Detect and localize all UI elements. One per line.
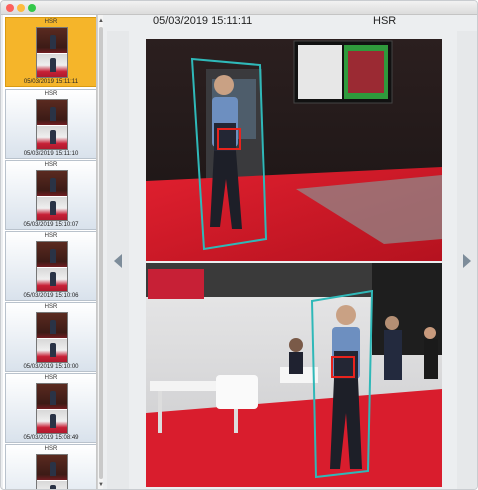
thumbnail-item[interactable]: HSR <box>5 444 96 489</box>
chevron-left-icon <box>114 254 122 268</box>
visitor-head <box>289 338 303 352</box>
title-bar <box>1 1 477 15</box>
person-head <box>214 75 234 95</box>
thumbnail-timestamp: 05/03/2019 15:10:07 <box>23 222 79 228</box>
thumbnail-image <box>36 241 68 292</box>
visitor-body <box>424 339 438 379</box>
monitor-left-pane <box>298 45 342 99</box>
thumbnail-item[interactable]: HSR 05/03/2019 15:10:06 <box>5 231 96 301</box>
thumbnail-type-label: HSR <box>44 162 58 168</box>
person-head <box>336 305 356 325</box>
scroll-down-arrow-icon[interactable]: ▼ <box>98 481 104 489</box>
detection-timestamp: 05/03/2019 15:11:11 <box>153 15 253 27</box>
previous-detection-button[interactable] <box>107 31 129 489</box>
thumbnail-image <box>36 454 68 489</box>
thumbnail-list[interactable]: HSR 05/03/2019 15:11:11 HSR 05/03/2019 1… <box>3 15 97 489</box>
thumbnail-type-label: HSR <box>44 19 58 25</box>
monitor-right-image <box>348 51 384 93</box>
next-detection-button[interactable] <box>457 31 477 489</box>
booth-banner <box>148 269 204 299</box>
detection-type-label: HSR <box>373 15 397 27</box>
thumbnail-timestamp: 05/03/2019 15:11:10 <box>23 151 79 157</box>
thumbnail-item[interactable]: HSR 05/03/2019 15:10:07 <box>5 160 96 230</box>
chevron-right-icon <box>463 254 471 268</box>
thumbnail-scrollbar[interactable]: ▲ ▼ <box>97 15 104 489</box>
thumbnail-item[interactable]: HSR 05/03/2019 15:11:10 <box>5 89 96 159</box>
thumbnail-type-label: HSR <box>44 375 58 381</box>
visitor-head <box>385 316 399 330</box>
thumbnail-type-label: HSR <box>44 446 58 452</box>
app-window: HSR 05/03/2019 15:11:11 HSR 05/03/2019 1… <box>0 0 478 490</box>
maximize-window-button[interactable] <box>28 4 36 12</box>
thumbnail-timestamp: 05/03/2019 15:08:49 <box>23 435 79 441</box>
thumbnail-item[interactable]: HSR 05/03/2019 15:08:49 <box>5 373 96 443</box>
thumbnail-timestamp: 05/03/2019 15:10:06 <box>23 293 79 299</box>
thumbnail-image <box>36 383 68 434</box>
close-window-button[interactable] <box>6 4 14 12</box>
visitor-head <box>424 327 436 339</box>
thumbnail-image <box>36 99 68 150</box>
camera-view-bottom <box>146 263 442 487</box>
visitor-body <box>384 330 402 380</box>
minimize-window-button[interactable] <box>17 4 25 12</box>
thumbnail-item[interactable]: HSR 05/03/2019 15:10:00 <box>5 302 96 372</box>
white-chair <box>216 375 258 409</box>
thumbnail-timestamp: 05/03/2019 15:10:00 <box>23 364 79 370</box>
scrollbar-thumb[interactable] <box>99 27 103 479</box>
visitor-body <box>289 352 303 374</box>
thumbnail-image <box>36 27 68 78</box>
camera-view-top <box>146 39 442 261</box>
thumbnail-item[interactable]: HSR 05/03/2019 15:11:11 <box>5 17 96 87</box>
thumbnail-type-label: HSR <box>44 91 58 97</box>
thumbnail-image <box>36 170 68 221</box>
camera-image-top <box>146 39 442 261</box>
table-leg <box>158 391 162 433</box>
thumbnail-image <box>36 312 68 363</box>
thumbnail-type-label: HSR <box>44 304 58 310</box>
thumbnail-type-label: HSR <box>44 233 58 239</box>
thumbnail-timestamp: 05/03/2019 15:11:11 <box>23 79 79 85</box>
camera-image-bottom <box>146 263 442 487</box>
scroll-up-arrow-icon[interactable]: ▲ <box>98 17 104 25</box>
